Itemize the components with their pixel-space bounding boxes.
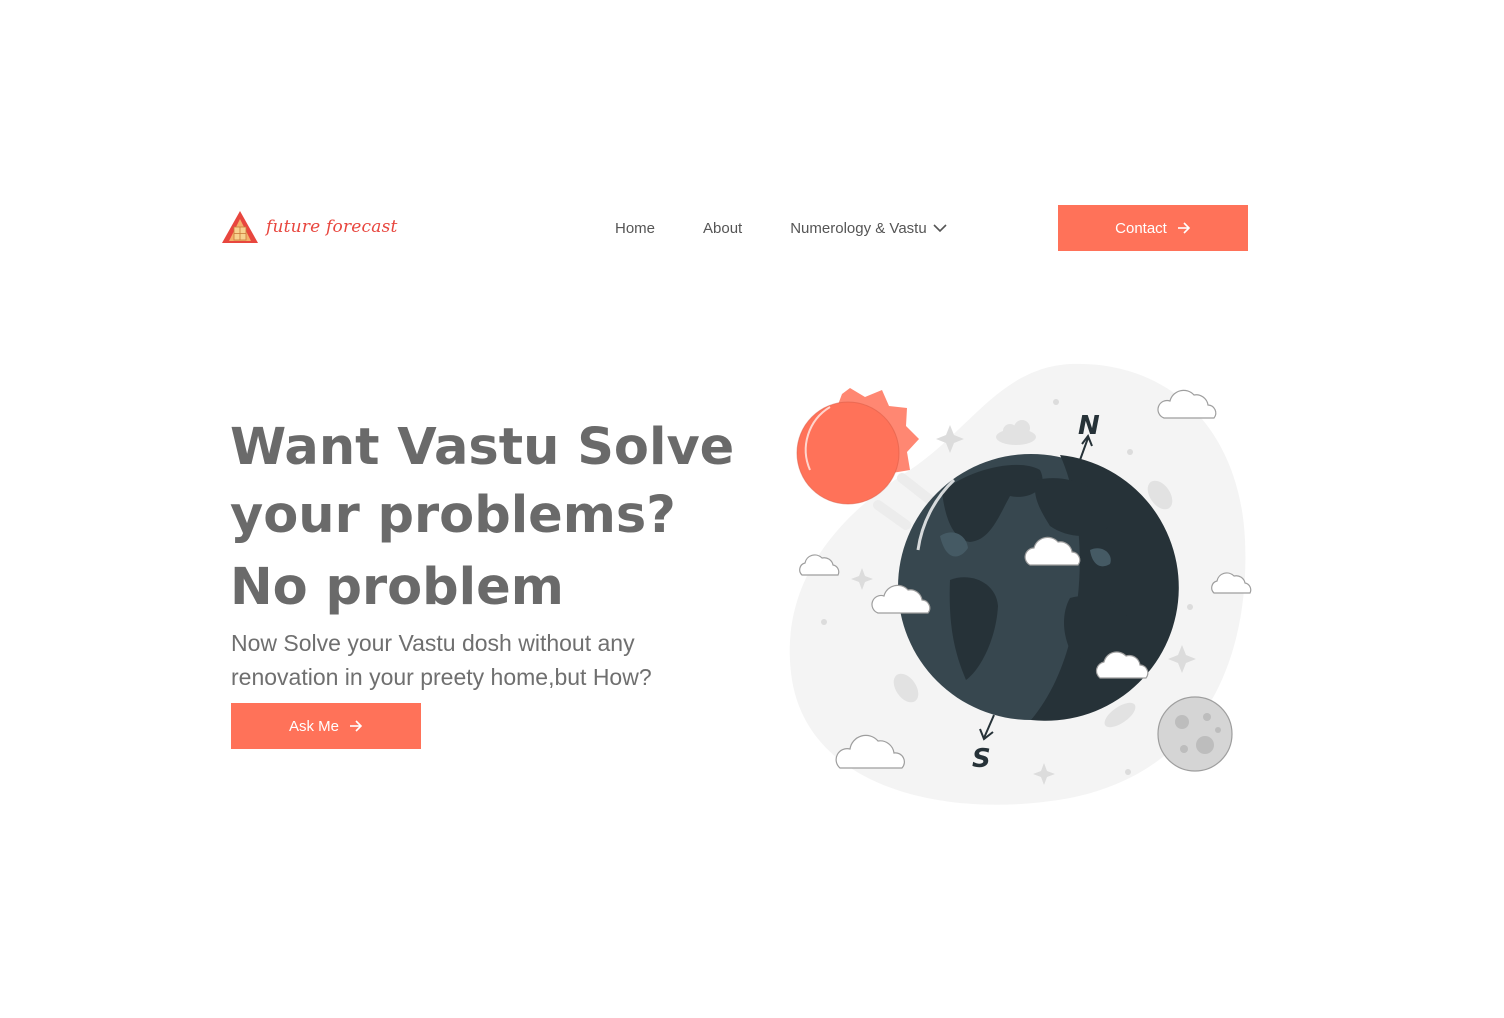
arrow-right-icon [1177,222,1190,234]
nav-numerology-vastu[interactable]: Numerology & Vastu [790,219,947,237]
north-label: N [1078,411,1100,441]
ask-me-button-label: Ask Me [288,717,339,735]
earth-compass-illustration: N S [789,363,1252,805]
hero-title: Want Vastu Solve your problems? No probl… [230,414,735,622]
chevron-down-icon [933,224,947,233]
site-header: future forecast Home About Numerology & … [220,205,1248,251]
earth-icon [898,454,1179,721]
hero-title-line-2: your problems? [230,486,676,545]
nav-home[interactable]: Home [615,220,655,237]
nav-about[interactable]: About [703,220,742,237]
hero-title-line-3: No problem [230,558,564,617]
contact-button-label: Contact [1115,219,1167,237]
logo-text: future forecast [266,217,398,237]
hero-subtitle: Now Solve your Vastu dosh without any re… [231,630,652,690]
main-nav: Home About Numerology & Vastu [615,205,947,251]
moon-icon [1157,696,1233,772]
ask-me-button[interactable]: Ask Me [231,703,421,749]
south-label: S [972,744,991,774]
pyramid-logo-icon [222,211,258,243]
arrow-right-icon [350,720,363,732]
nav-numerology-vastu-label: Numerology & Vastu [790,219,927,237]
contact-button[interactable]: Contact [1058,205,1248,251]
logo[interactable]: future forecast [220,209,398,245]
hero-title-line-1: Want Vastu Solve [230,418,735,477]
page: future forecast Home About Numerology & … [0,0,1504,1018]
